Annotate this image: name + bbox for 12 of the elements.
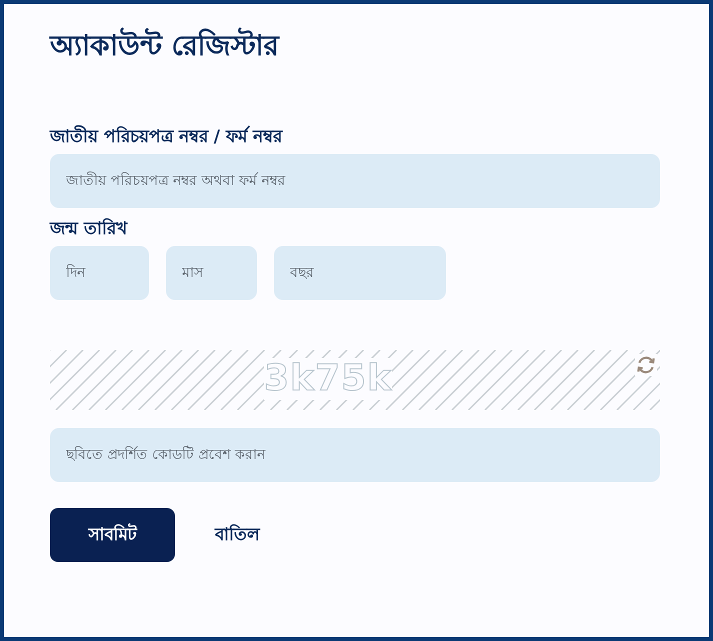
refresh-icon[interactable]: [635, 354, 657, 376]
field-label: জন্ম তারিখ: [50, 218, 129, 240]
input-field[interactable]: বছর: [274, 246, 446, 300]
field-label: জাতীয় পরিচয়পত্র নম্বর / ফর্ম নম্বর: [50, 126, 284, 148]
input-field[interactable]: দিন: [50, 246, 149, 300]
input-field[interactable]: মাস: [166, 246, 257, 300]
cancel-button[interactable]: বাতিল: [197, 513, 278, 557]
captcha-text: 3k75k: [264, 358, 392, 400]
input-field[interactable]: ছবিতে প্রদর্শিত কোডটি প্রবেশ করান: [50, 428, 660, 482]
submit-button[interactable]: সাবমিট: [50, 508, 175, 562]
input-field[interactable]: জাতীয় পরিচয়পত্র নম্বর অথবা ফর্ম নম্বর: [50, 154, 660, 208]
page-title: অ্যাকাউন্ট রেজিস্টার: [50, 26, 281, 64]
